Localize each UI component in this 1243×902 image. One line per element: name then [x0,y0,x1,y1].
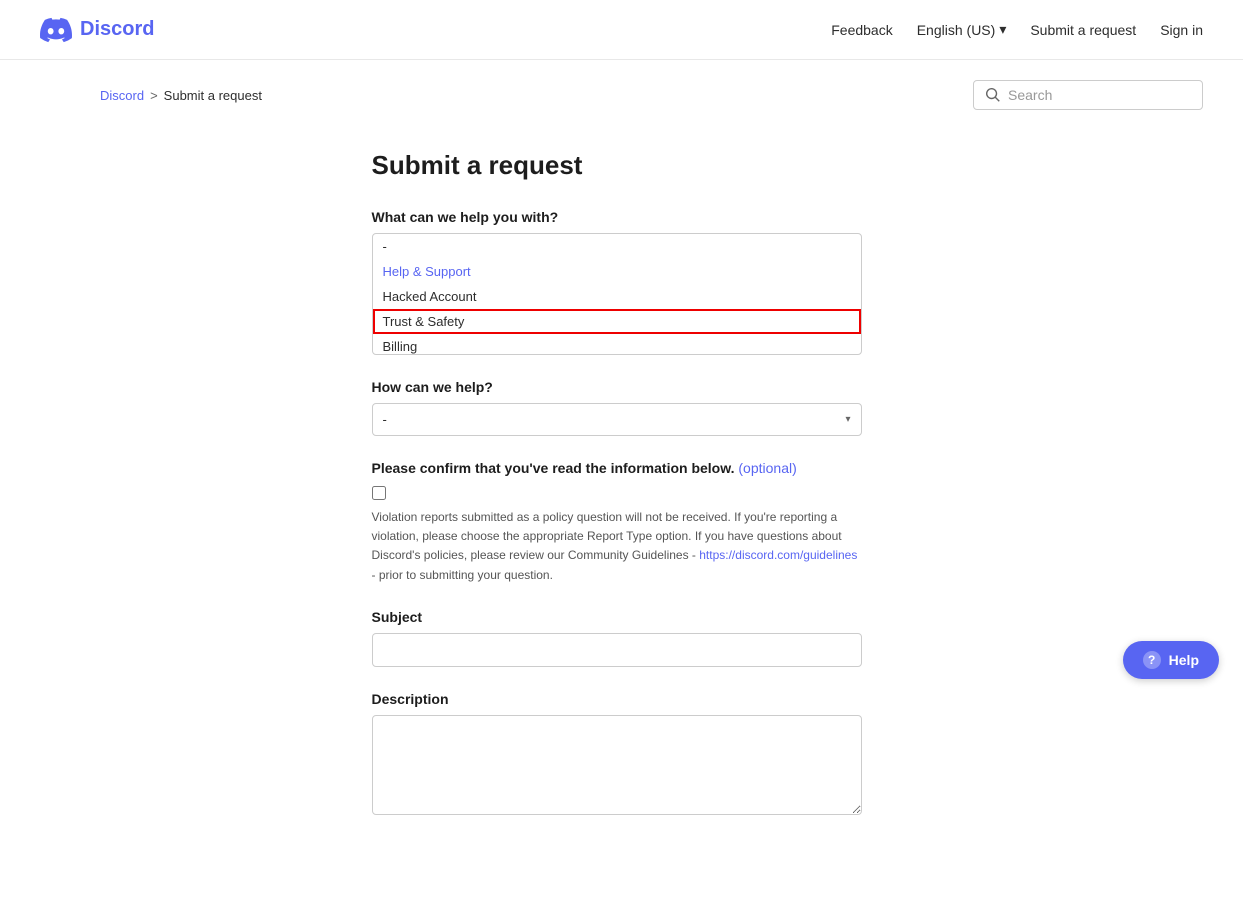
search-box[interactable] [973,80,1203,110]
description-textarea[interactable] [372,715,862,815]
chevron-down-icon: ▾ [999,21,1006,38]
list-item[interactable]: - [373,234,861,259]
breadcrumb-area: Discord > Submit a request [0,60,1243,120]
help-topic-listbox[interactable]: - Help & Support Hacked Account Trust & … [372,233,862,355]
header-nav: Feedback English (US) ▾ Submit a request… [831,21,1203,38]
help-button-label: Help [1169,652,1199,668]
list-item-trust-safety[interactable]: Trust & Safety [373,309,861,334]
list-item[interactable]: Hacked Account [373,284,861,309]
description-label: Description [372,691,932,707]
optional-tag: (optional) [738,460,796,476]
discord-logo-icon [40,14,72,46]
help-icon: ? [1143,651,1161,669]
list-item[interactable]: Help & Support [373,259,861,284]
how-help-label: How can we help? [372,379,932,395]
checkbox-row [372,484,932,500]
search-icon [986,88,1000,102]
page-title: Submit a request [372,150,932,181]
how-help-group: How can we help? - ▾ [372,379,932,436]
confirm-group: Please confirm that you've read the info… [372,460,932,585]
breadcrumb: Discord > Submit a request [100,88,262,103]
listbox-options[interactable]: - Help & Support Hacked Account Trust & … [373,234,861,354]
how-help-dropdown[interactable]: - ▾ [372,403,862,436]
subject-group: Subject [372,609,932,667]
confirm-checkbox[interactable] [372,486,386,500]
breadcrumb-current: Submit a request [164,88,262,103]
how-help-value: - [383,412,387,427]
subject-input[interactable] [372,633,862,667]
search-input[interactable] [1008,87,1190,103]
description-group: Description [372,691,932,818]
chevron-down-icon: ▾ [845,414,850,425]
language-selector[interactable]: English (US) ▾ [917,21,1007,38]
header: Discord Feedback English (US) ▾ Submit a… [0,0,1243,60]
confirm-label: Please confirm that you've read the info… [372,460,932,476]
main-content: Submit a request What can we help you wi… [272,120,972,902]
sign-in-link[interactable]: Sign in [1160,22,1203,38]
submit-request-link[interactable]: Submit a request [1030,22,1136,38]
breadcrumb-separator: > [150,88,158,103]
list-item[interactable]: Billing [373,334,861,354]
logo-text: Discord [80,18,154,41]
discord-logo[interactable]: Discord [40,14,154,46]
help-button[interactable]: ? Help [1123,641,1219,679]
breadcrumb-home[interactable]: Discord [100,88,144,103]
what-help-group: What can we help you with? - Help & Supp… [372,209,932,355]
subject-label: Subject [372,609,932,625]
feedback-link[interactable]: Feedback [831,22,892,38]
what-help-label: What can we help you with? [372,209,932,225]
violation-notice: Violation reports submitted as a policy … [372,508,862,585]
guidelines-link[interactable]: https://discord.com/guidelines [699,548,857,562]
